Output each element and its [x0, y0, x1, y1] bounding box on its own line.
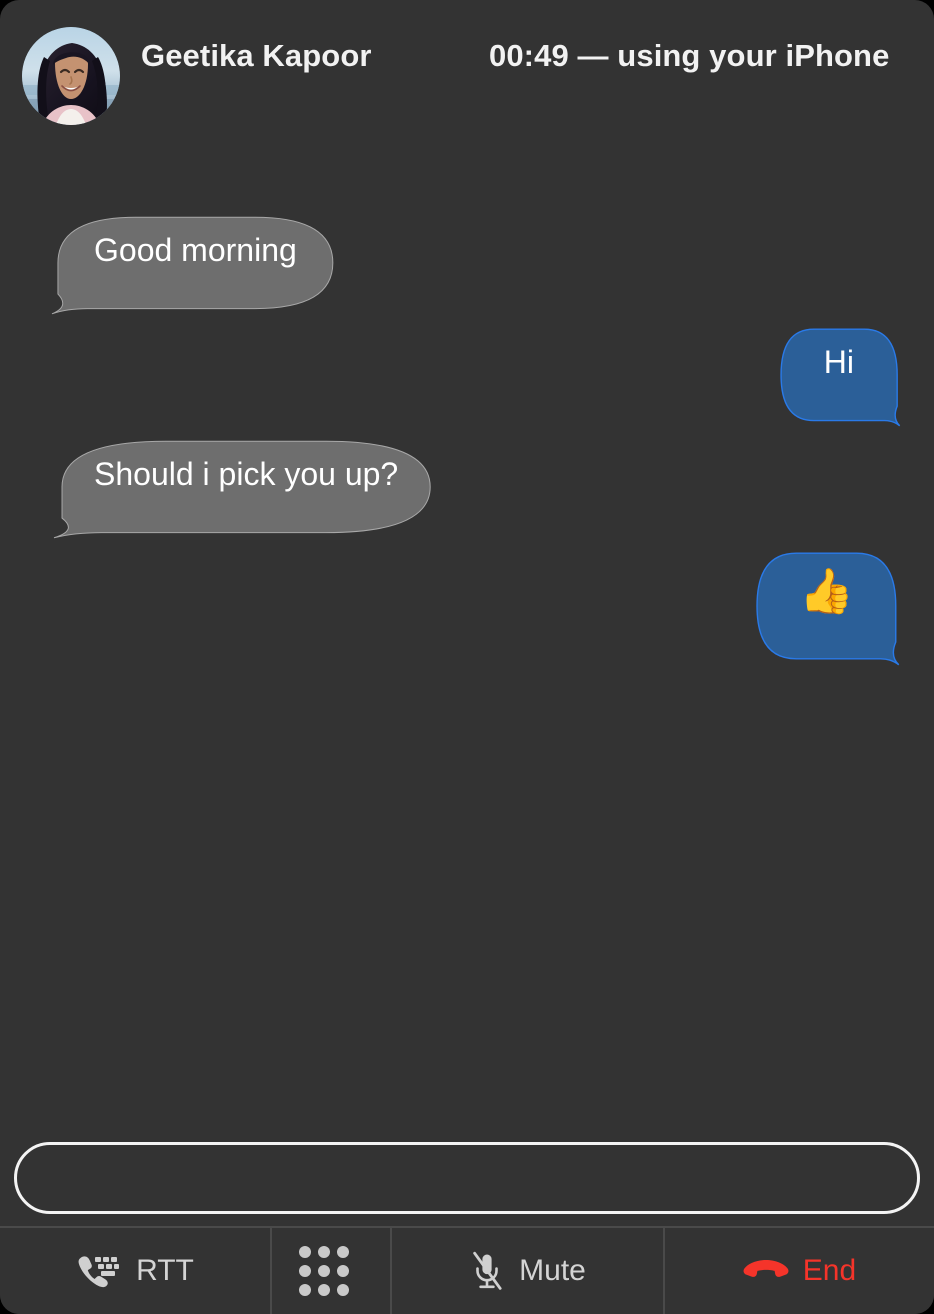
avatar-photo [22, 27, 120, 125]
message-text: Hi [823, 343, 854, 380]
message-bubble-outgoing[interactable]: Hi [790, 327, 888, 401]
message-row: Should i pick you up? [0, 439, 934, 513]
call-toolbar: RTT Mute End [0, 1226, 934, 1314]
keypad-button[interactable] [272, 1228, 392, 1314]
end-call-handset-icon [743, 1258, 789, 1284]
caller-name: Geetika Kapoor [141, 38, 372, 73]
message-transcript: Good morning Hi Should i pick you up? 👍 [0, 160, 934, 1142]
call-header: Geetika Kapoor 00:49 — using your iPhone [0, 0, 934, 160]
message-bubble-incoming[interactable]: Should i pick you up? [60, 439, 432, 513]
message-bubble-outgoing[interactable]: 👍 [765, 550, 888, 640]
keypad-icon [299, 1246, 349, 1296]
message-row: 👍 [0, 550, 934, 640]
message-text: Should i pick you up? [94, 455, 399, 492]
compose-area [0, 1142, 934, 1226]
thumbs-up-icon: 👍 [799, 567, 854, 617]
message-row: Good morning [0, 215, 934, 289]
message-input[interactable] [14, 1142, 920, 1214]
mute-microphone-icon [469, 1250, 505, 1292]
call-window: Geetika Kapoor 00:49 — using your iPhone… [0, 0, 934, 1314]
end-label: End [802, 1254, 857, 1287]
mute-button[interactable]: Mute [392, 1228, 665, 1314]
call-status: 00:49 — using your iPhone [489, 38, 890, 73]
message-text: Good morning [94, 232, 297, 268]
message-row: Hi [0, 327, 934, 401]
message-bubble-incoming[interactable]: Good morning [60, 215, 331, 289]
mute-label: Mute [519, 1254, 586, 1287]
rtt-button[interactable]: RTT [0, 1228, 272, 1314]
avatar [22, 27, 120, 125]
rtt-icon [76, 1254, 122, 1288]
end-call-button[interactable]: End [665, 1228, 934, 1314]
rtt-label: RTT [136, 1254, 194, 1287]
